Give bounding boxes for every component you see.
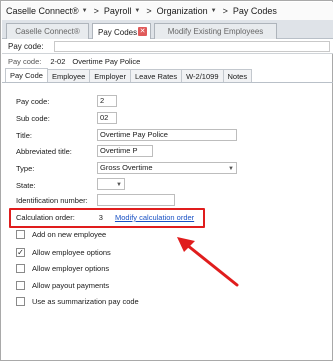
pay-code-field[interactable]: 2 (97, 95, 117, 107)
tab-label: Caselle Connect® (15, 27, 80, 36)
tab-label: Pay Codes (98, 27, 138, 37)
chevron-down-icon: ▼ (228, 166, 234, 172)
subtab-label: Employer (94, 71, 126, 81)
separator: > (93, 6, 99, 16)
subtab-pay-code[interactable]: Pay Code (5, 68, 48, 82)
chevron-down-icon[interactable]: ▼ (134, 8, 140, 14)
annotation-arrow-icon (177, 237, 239, 287)
type-select[interactable]: Gross Overtime ▼ (97, 162, 237, 174)
breadcrumb-label: Pay Codes (232, 6, 277, 16)
checkbox-label: Use as summarization pay code (32, 297, 139, 306)
pay-code-search-input[interactable] (54, 41, 330, 52)
abbreviated-title-field[interactable]: Overtime P (97, 145, 153, 157)
separator: > (222, 6, 228, 16)
breadcrumb-item-caselle[interactable]: Caselle Connect® ▼ > (6, 6, 104, 16)
checkbox-use-as-summarization-pay-code[interactable]: Use as summarization pay code (16, 297, 139, 306)
checkbox-label: Allow employee options (32, 248, 111, 257)
window: Caselle Connect® ▼ > Payroll ▼ > Organiz… (0, 0, 333, 361)
pay-code-label: Pay code: (16, 97, 50, 106)
breadcrumb-item-payroll[interactable]: Payroll ▼ > (104, 6, 157, 16)
subtab-label: Leave Rates (134, 71, 178, 81)
summary-name: Overtime Pay Police (72, 57, 141, 66)
checkbox-add-on-new-employee[interactable]: Add on new employee (16, 230, 106, 239)
sub-code-label: Sub code: (16, 114, 50, 123)
subtab-label: Pay Code (10, 71, 43, 80)
title-field[interactable]: Overtime Pay Police (97, 129, 237, 141)
tab-caselle-connect[interactable]: Caselle Connect® (6, 23, 89, 39)
pay-code-search-row: Pay code: (2, 39, 333, 54)
subtab-label: W-2/1099 (186, 71, 219, 81)
subtab-label: Notes (227, 71, 248, 81)
type-select-value: Gross Overtime (100, 163, 153, 172)
breadcrumb-label: Payroll (103, 6, 132, 16)
tab-label: Modify Existing Employees (167, 27, 264, 36)
chevron-down-icon[interactable]: ▼ (82, 8, 88, 14)
tab-pay-codes[interactable]: Pay Codes ✕ (92, 23, 151, 40)
checkbox-label: Allow payout payments (32, 281, 110, 290)
breadcrumb-item-pay-codes[interactable]: Pay Codes (233, 6, 277, 16)
type-label: Type: (16, 164, 35, 173)
checkbox-allow-payout-payments[interactable]: Allow payout payments (16, 281, 109, 290)
breadcrumb-item-organization[interactable]: Organization ▼ > (157, 6, 233, 16)
checkbox-checked[interactable]: ✓ (16, 248, 25, 257)
state-select[interactable]: ▼ (97, 178, 125, 190)
subtab-employee[interactable]: Employee (46, 69, 91, 82)
breadcrumb: Caselle Connect® ▼ > Payroll ▼ > Organiz… (2, 2, 333, 20)
subtab-leave-rates[interactable]: Leave Rates (129, 69, 183, 82)
pay-code-search-label: Pay code: (8, 41, 44, 51)
close-icon[interactable]: ✕ (138, 27, 147, 36)
separator: > (146, 6, 152, 16)
checkbox[interactable] (16, 281, 25, 290)
identification-number-label: Identification number: (16, 196, 88, 205)
checkbox-allow-employee-options[interactable]: ✓ Allow employee options (16, 248, 111, 257)
tab-strip: Caselle Connect® Pay Codes ✕ Modify Exis… (2, 20, 333, 40)
breadcrumb-label: Organization (156, 6, 208, 16)
checkbox-label: Add on new employee (32, 230, 107, 239)
chevron-down-icon[interactable]: ▼ (211, 8, 217, 14)
subtab-strip: Pay Code Employee Employer Leave Rates W… (2, 68, 333, 83)
checkbox[interactable] (16, 297, 25, 306)
pay-code-summary: Pay code: 2-02 Overtime Pay Police (2, 54, 333, 69)
checkbox[interactable] (16, 264, 25, 273)
checkbox-label: Allow employer options (32, 264, 110, 273)
subtab-notes[interactable]: Notes (222, 69, 253, 82)
sub-code-field[interactable]: 02 (97, 112, 117, 124)
chevron-down-icon: ▼ (116, 182, 122, 188)
tab-modify-existing-employees[interactable]: Modify Existing Employees (154, 23, 277, 39)
title-label: Title: (16, 131, 32, 140)
checkbox[interactable] (16, 230, 25, 239)
subtab-label: Employee (51, 71, 86, 81)
checkbox-allow-employer-options[interactable]: Allow employer options (16, 264, 109, 273)
subtab-w2-1099[interactable]: W-2/1099 (181, 69, 224, 82)
summary-label: Pay code: (8, 57, 42, 66)
identification-number-field[interactable] (97, 194, 175, 206)
summary-code: 2-02 (50, 57, 66, 66)
breadcrumb-label: Caselle Connect® (6, 6, 79, 16)
annotation-highlight-box (9, 208, 205, 228)
abbreviated-title-label: Abbreviated title: (16, 147, 72, 156)
subtab-employer[interactable]: Employer (89, 69, 131, 82)
state-label: State: (16, 181, 36, 190)
